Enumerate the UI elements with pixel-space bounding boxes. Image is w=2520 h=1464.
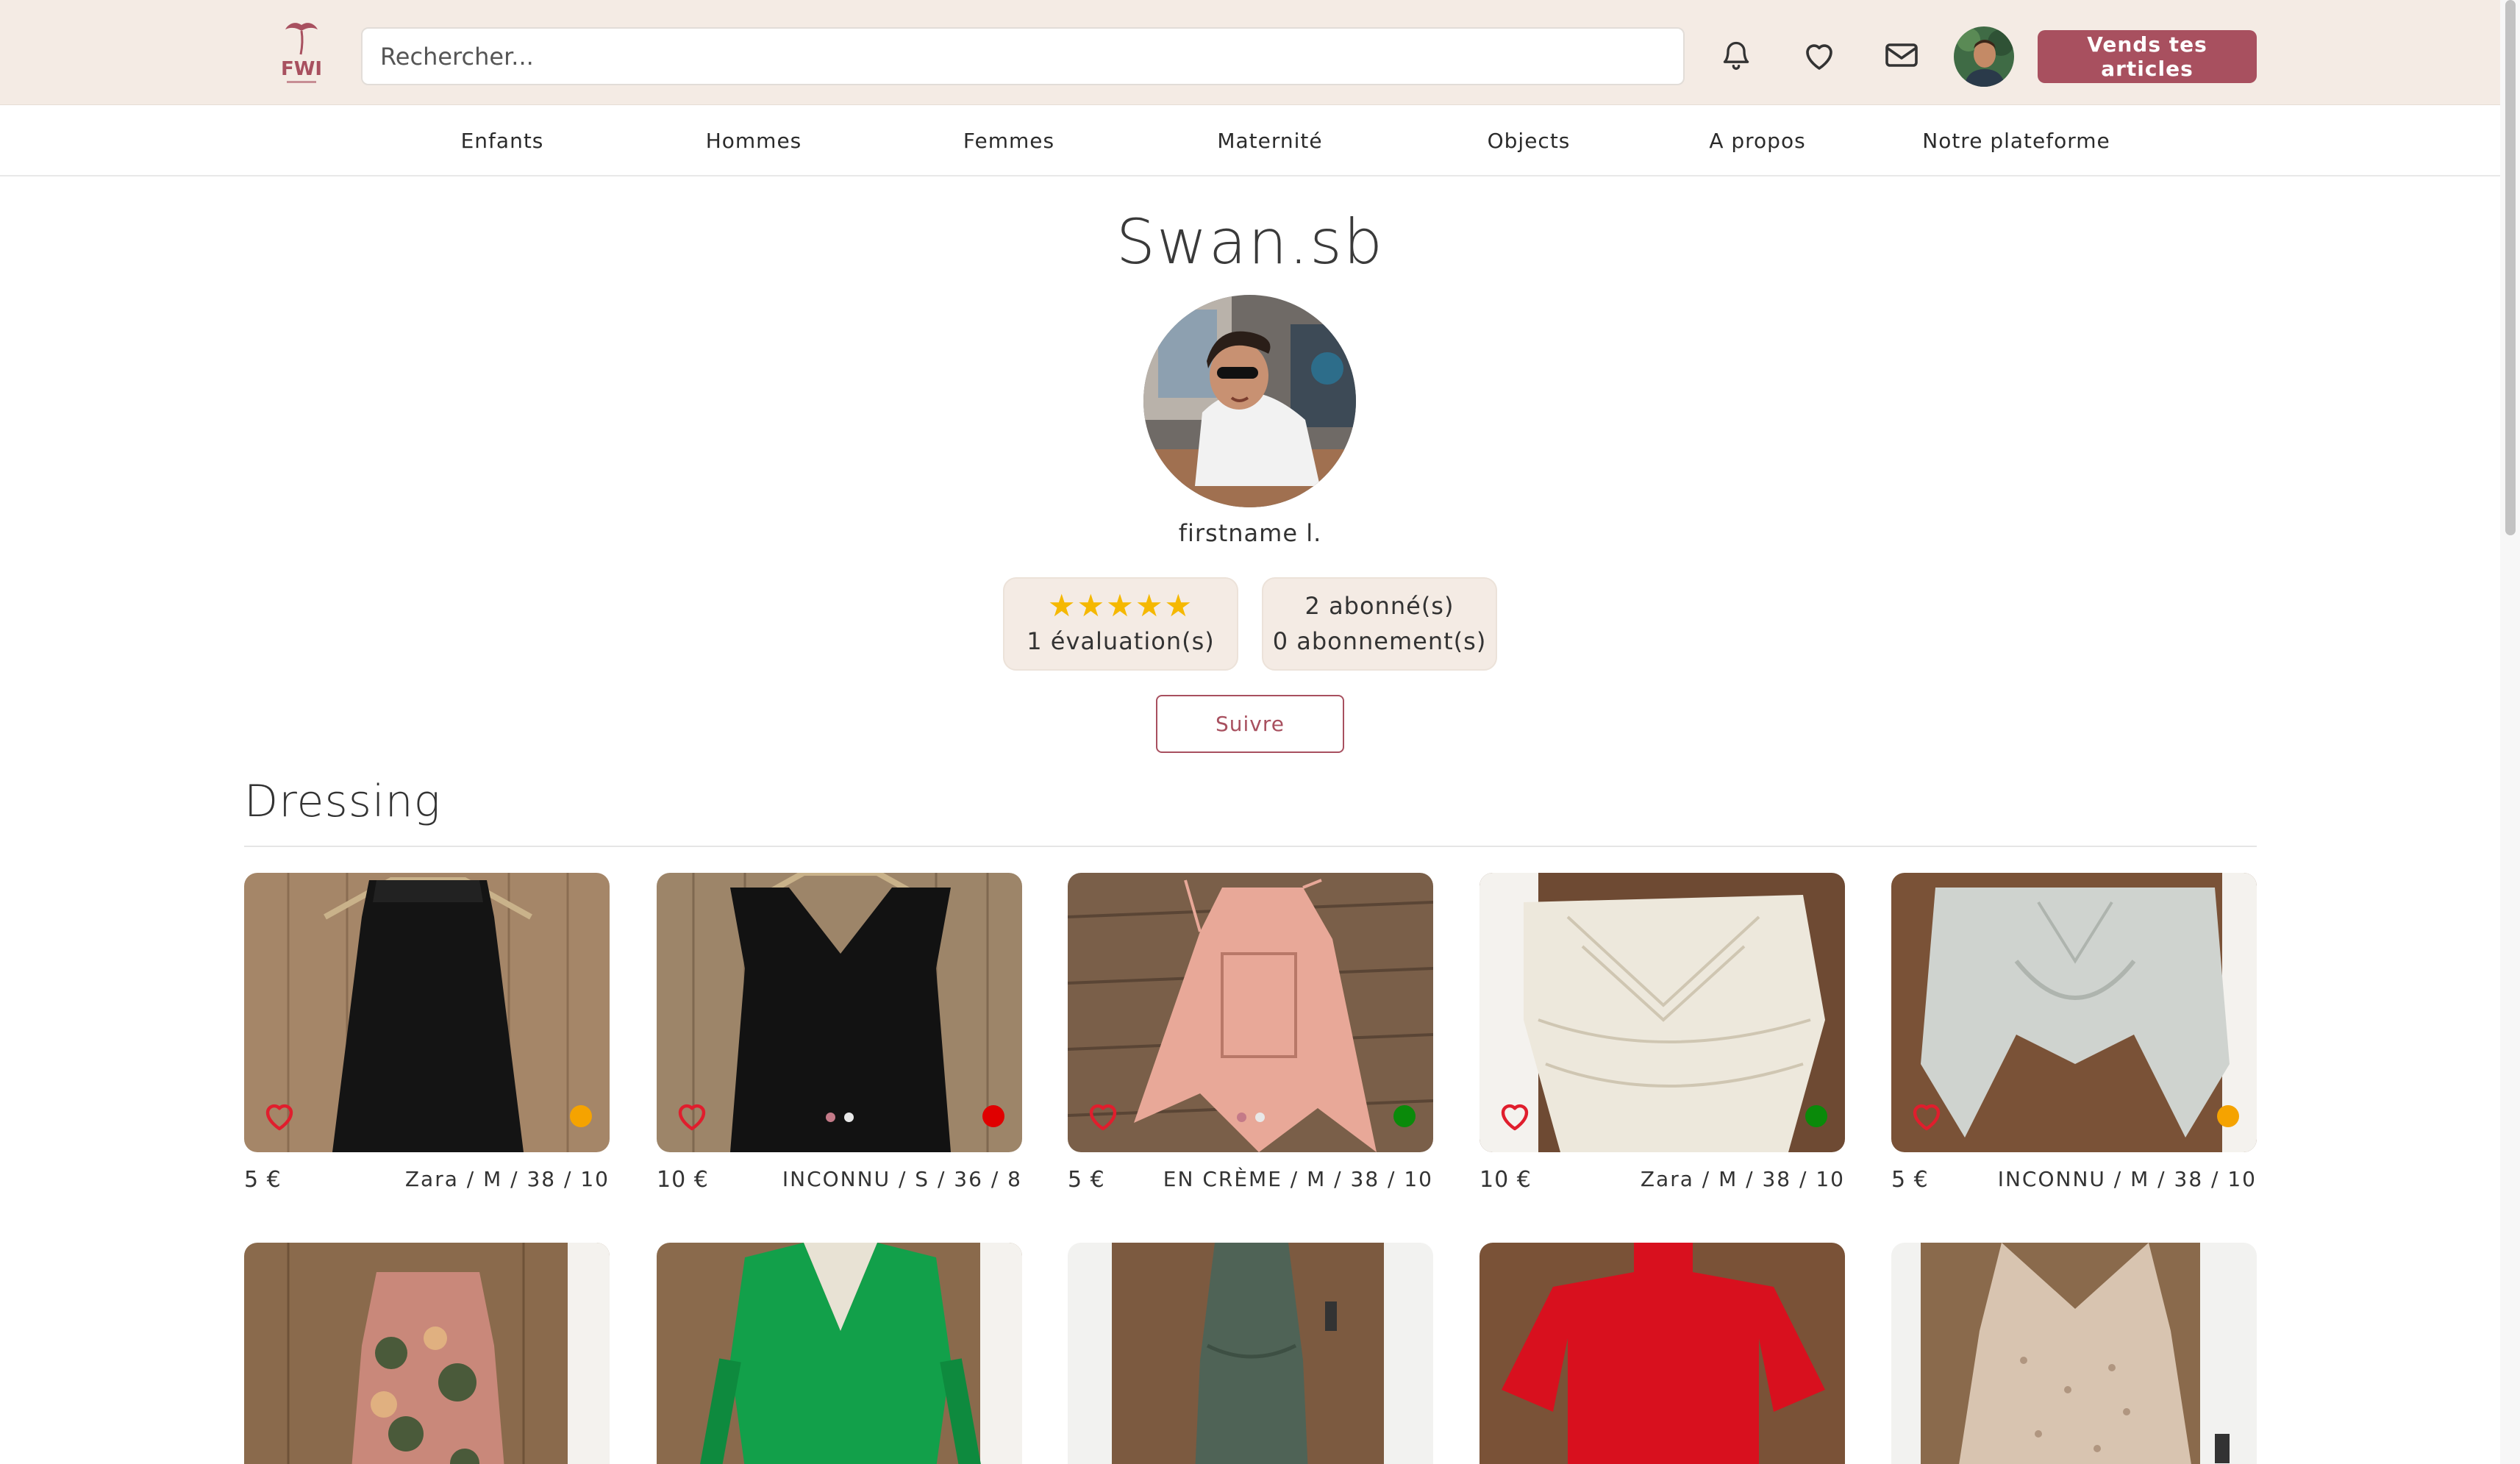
item-photo[interactable] [1479,1243,1845,1464]
item-photo[interactable] [1068,1243,1433,1464]
item-photo[interactable] [1068,873,1433,1152]
mail-icon[interactable] [1882,35,1921,75]
item-photo[interactable] [1891,873,2257,1152]
logo-text: FWI [281,58,322,80]
followers-box[interactable]: 2 abonné(s) 0 abonnement(s) [1262,577,1497,671]
rating-box[interactable]: ★★★★★ 1 évaluation(s) [1003,577,1238,671]
favorite-icon[interactable] [1085,1099,1121,1135]
item-photo[interactable] [1479,873,1845,1152]
profile-avatar [1143,295,1356,507]
header: FWI Rechercher... Vends tes articles [0,0,2500,105]
item-price: 5 € [1068,1167,1105,1193]
category-nav: Enfants Hommes Femmes Maternité Objects … [0,105,2500,176]
item-card[interactable] [657,1243,1022,1464]
item-price: 10 € [1479,1167,1532,1193]
logo[interactable]: FWI [279,19,324,88]
image-pager[interactable] [825,1113,854,1122]
item-card[interactable] [1891,1243,2257,1464]
item-price: 10 € [657,1167,709,1193]
item-photo[interactable] [244,873,610,1152]
follow-button[interactable]: Suivre [1156,695,1344,753]
nav-item-objects[interactable]: Objects [1488,105,1571,176]
favorite-icon[interactable] [1909,1099,1944,1135]
nav-item-notre-plateforme[interactable]: Notre plateforme [1922,105,2110,176]
scrollbar-thumb[interactable] [2505,0,2516,535]
user-avatar[interactable] [1954,26,2014,87]
heart-icon[interactable] [1799,35,1839,75]
page: FWI Rechercher... Vends tes articles Enf… [0,0,2520,1464]
profile-username: Swan.sb [1116,206,1385,278]
favorite-icon[interactable] [262,1099,297,1135]
condition-dot [982,1105,1004,1127]
condition-dot [570,1105,592,1127]
followers-count: 2 abonné(s) [1304,592,1454,620]
item-price: 5 € [244,1167,282,1193]
nav-item-enfants[interactable]: Enfants [461,105,544,176]
item-card[interactable]: 5 € EN CRÈME / M / 38 / 10 [1068,873,1433,1204]
nav-item-femmes[interactable]: Femmes [963,105,1054,176]
item-card[interactable] [244,1243,610,1464]
condition-dot [1805,1105,1827,1127]
following-count: 0 abonnement(s) [1272,627,1487,655]
nav-item-a-propos[interactable]: A propos [1709,105,1805,176]
item-card[interactable]: 5 € INCONNU / M / 38 / 10 [1891,873,2257,1204]
item-photo[interactable] [657,1243,1022,1464]
sell-items-button[interactable]: Vends tes articles [2038,30,2257,83]
item-details: Zara / M / 38 / 10 [404,1167,610,1191]
condition-dot [1393,1105,1416,1127]
image-pager[interactable] [1236,1113,1265,1122]
item-card[interactable]: 10 € Zara / M / 38 / 10 [1479,873,1845,1204]
rating-stars: ★★★★★ [1047,588,1194,624]
dressing-title: Dressing [244,776,441,827]
pager-dot[interactable] [825,1113,835,1122]
item-photo[interactable] [657,873,1022,1152]
item-details: Zara / M / 38 / 10 [1640,1167,1845,1191]
item-details: INCONNU / S / 36 / 8 [782,1167,1022,1191]
item-card[interactable] [1479,1243,1845,1464]
favorite-icon[interactable] [1497,1099,1532,1135]
item-photo[interactable] [244,1243,610,1464]
search-input[interactable] [361,27,1685,85]
condition-dot [2217,1105,2239,1127]
favorite-icon[interactable] [674,1099,710,1135]
item-details: INCONNU / M / 38 / 10 [1997,1167,2257,1191]
item-photo[interactable] [1891,1243,2257,1464]
item-card[interactable]: 5 € Zara / M / 38 / 10 [244,873,610,1204]
item-card[interactable]: 10 € INCONNU / S / 36 / 8 [657,873,1022,1204]
item-price: 5 € [1891,1167,1929,1193]
bell-icon[interactable] [1716,35,1756,75]
rating-count: 1 évaluation(s) [1027,627,1215,655]
nav-item-hommes[interactable]: Hommes [706,105,802,176]
pager-dot[interactable] [1236,1113,1246,1122]
item-details: EN CRÈME / M / 38 / 10 [1163,1167,1433,1191]
nav-item-maternite[interactable]: Maternité [1217,105,1322,176]
item-card[interactable] [1068,1243,1433,1464]
pager-dot[interactable] [843,1113,854,1122]
section-divider [244,846,2257,847]
pager-dot[interactable] [1254,1113,1265,1122]
profile-realname: firstname l. [1178,519,1322,547]
